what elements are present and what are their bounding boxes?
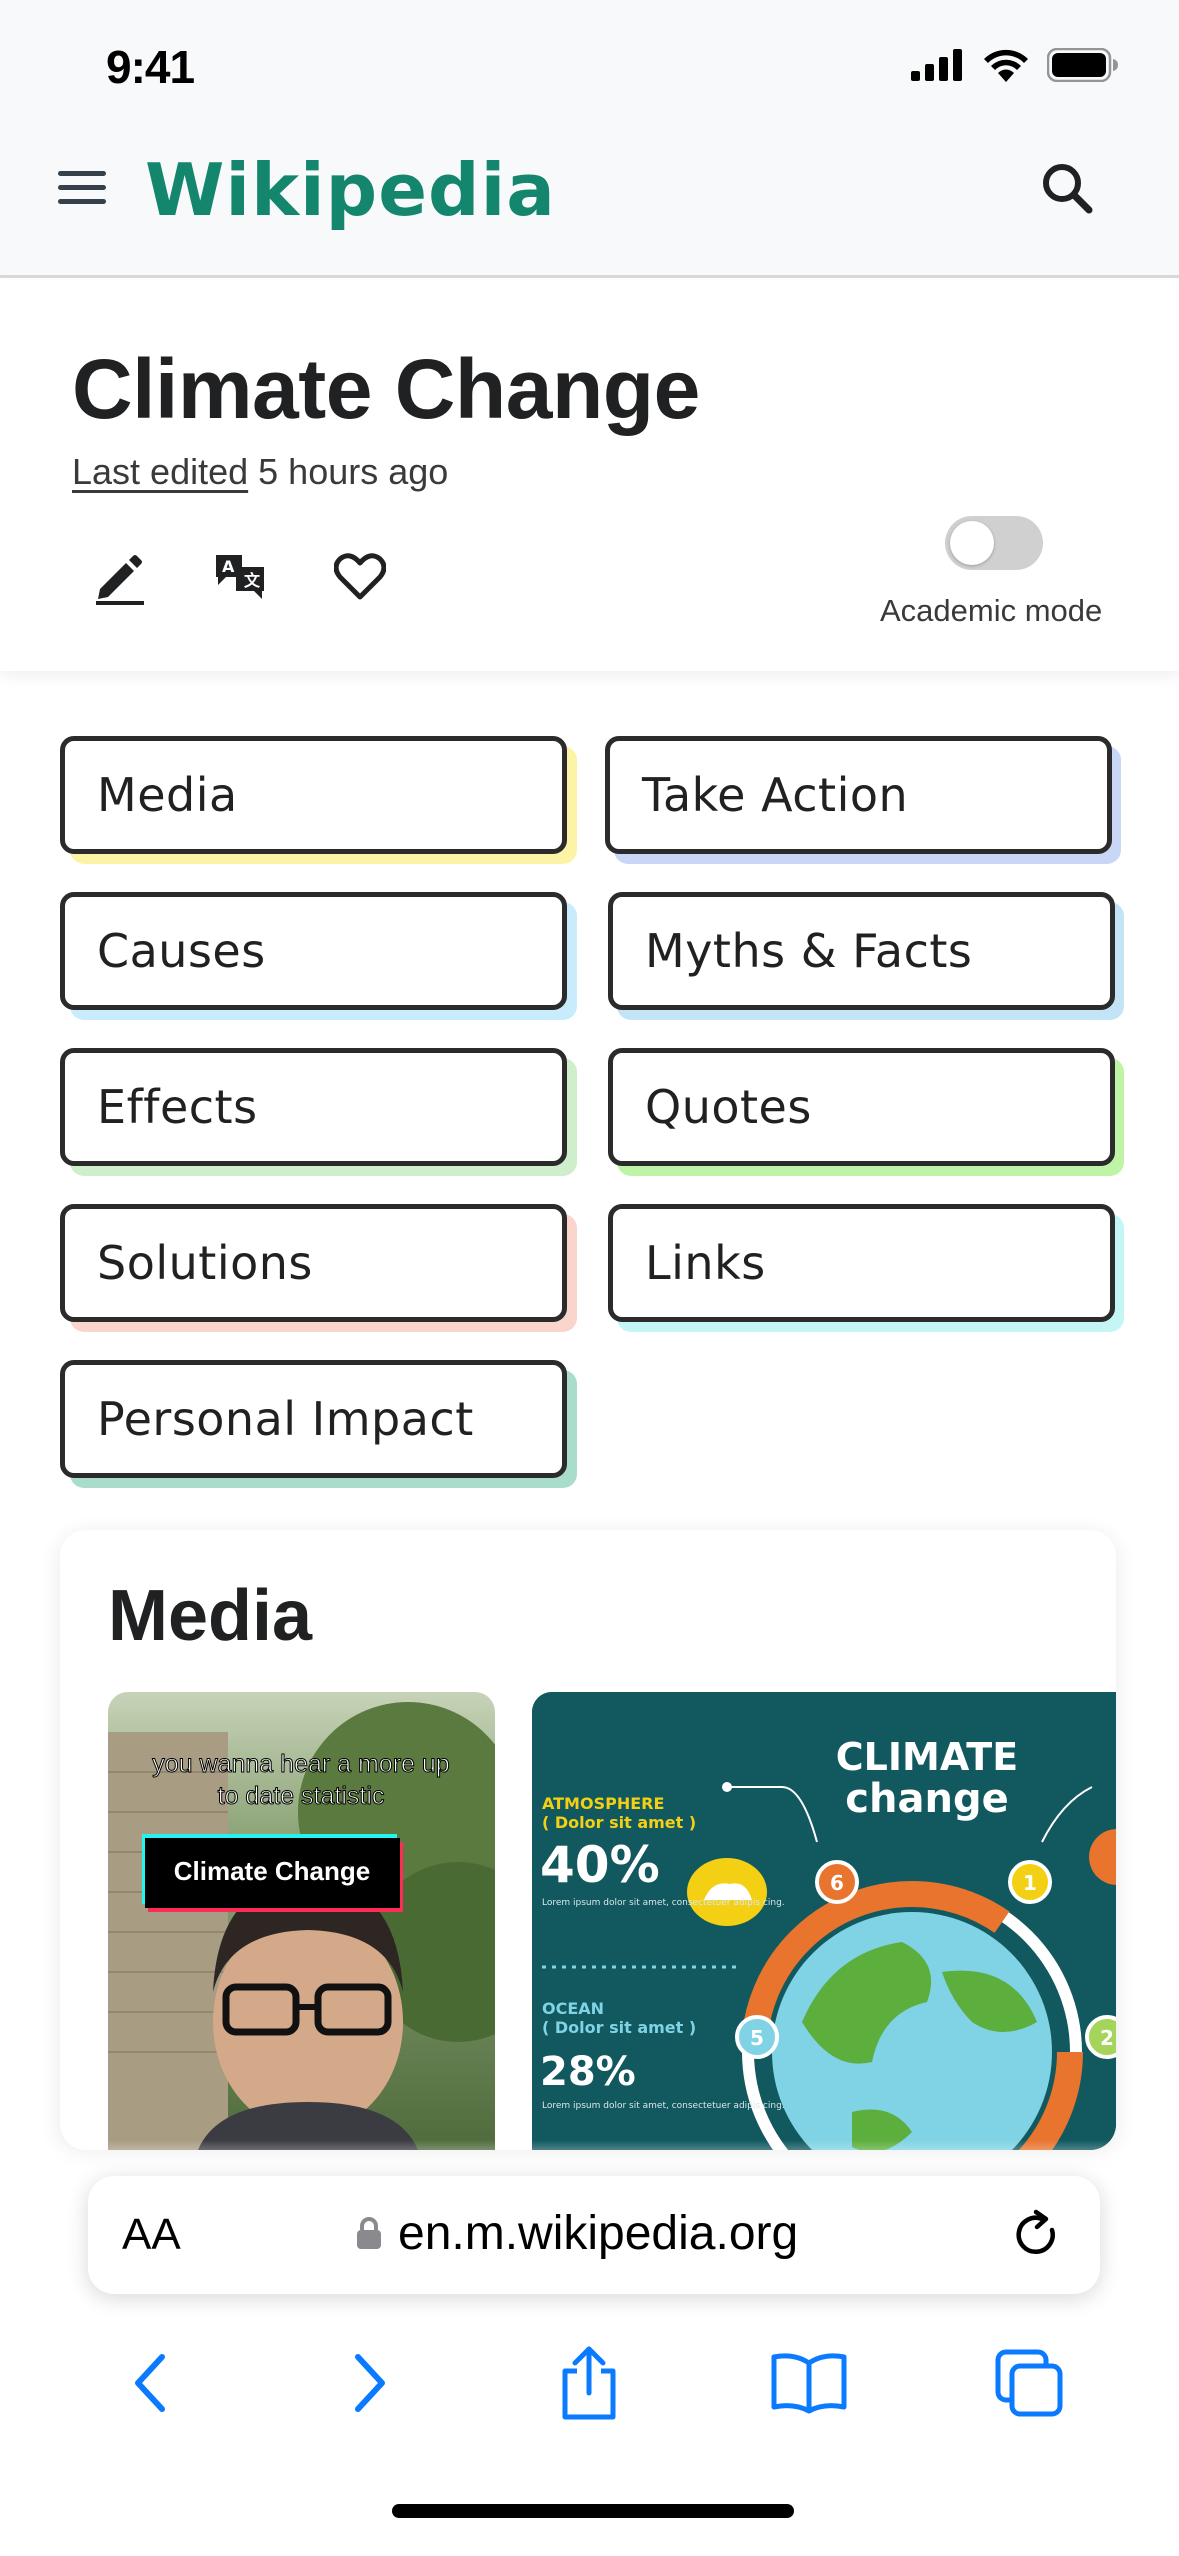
atmosphere-body-text: Lorem ipsum dolor sit amet, consectetuer… (542, 1898, 785, 1908)
category-media-button[interactable]: Media (60, 736, 567, 854)
last-edited-info: Last edited 5 hours ago (72, 451, 448, 493)
heart-icon (334, 553, 386, 600)
hamburger-menu-button[interactable] (58, 160, 112, 214)
video-caption-line-2: to date statistic (218, 1782, 385, 1810)
infographic-thumbnail[interactable]: CLIMATE change 6 1 5 2 ATMOSPHERE ( Dolo… (532, 1692, 1116, 2150)
video-thumbnail-image: Climate Change you wanna hear a more up … (108, 1702, 495, 2150)
academic-mode-toggle[interactable] (945, 516, 1043, 570)
category-effects-button[interactable]: Effects (60, 1048, 567, 1166)
infographic-marker-6: 6 (830, 1871, 844, 1895)
climate-infographic-image: CLIMATE change 6 1 5 2 ATMOSPHERE ( Dolo… (532, 1692, 1116, 2150)
category-take-action-button[interactable]: Take Action (605, 736, 1112, 854)
forward-button[interactable] (325, 2338, 415, 2428)
atmosphere-sub: ( Dolor sit amet ) (542, 1813, 696, 1832)
wikipedia-logo[interactable]: Wikipedia (145, 148, 556, 232)
infographic-marker-1: 1 (1023, 1871, 1037, 1895)
article-actions: A 文 (88, 545, 392, 609)
share-button[interactable] (544, 2338, 634, 2428)
tabs-button[interactable] (984, 2338, 1074, 2428)
menu-line-icon (58, 198, 106, 204)
category-solutions-button[interactable]: Solutions (60, 1204, 567, 1322)
status-bar: 9:41 (0, 0, 1179, 130)
infographic-title-1: CLIMATE (836, 1735, 1018, 1779)
infographic-marker-5: 5 (750, 2026, 764, 2050)
category-quotes-button[interactable]: Quotes (608, 1048, 1115, 1166)
ocean-label: OCEAN (542, 1999, 604, 2018)
language-button[interactable]: A 文 (208, 545, 272, 609)
last-edited-link[interactable]: Last edited (72, 451, 248, 492)
book-icon (771, 2353, 847, 2414)
bookmarks-button[interactable] (764, 2338, 854, 2428)
category-myths-facts-button[interactable]: Myths & Facts (608, 892, 1115, 1010)
ocean-sub: ( Dolor sit amet ) (542, 2018, 696, 2037)
search-icon (1043, 164, 1093, 214)
chevron-right-icon (354, 2354, 385, 2412)
infographic-title-2: change (845, 1776, 1008, 1822)
page-title: Climate Change (72, 342, 700, 436)
url-text: en.m.wikipedia.org (398, 2207, 799, 2260)
edit-button[interactable] (88, 545, 152, 609)
svg-text:A: A (222, 557, 235, 576)
ocean-value: 28% (540, 2049, 636, 2095)
atmosphere-value: 40% (540, 1836, 660, 1894)
reload-button[interactable] (1008, 2206, 1066, 2264)
address-bar[interactable]: AA en.m.wikipedia.org (88, 2176, 1100, 2294)
article-header-card: Climate Change Last edited 5 hours ago A… (0, 281, 1179, 671)
share-icon (562, 2346, 616, 2420)
tabs-icon (995, 2349, 1063, 2417)
search-button[interactable] (1037, 158, 1097, 218)
video-caption-line-1: you wanna hear a more up (152, 1750, 449, 1778)
reader-aa-button[interactable]: AA (122, 2210, 181, 2260)
reload-icon (1016, 2209, 1055, 2254)
infographic-marker-2: 2 (1100, 2026, 1114, 2050)
back-button[interactable] (105, 2338, 195, 2428)
video-thumbnail[interactable]: Climate Change you wanna hear a more up … (108, 1692, 495, 2150)
home-indicator (392, 2504, 794, 2518)
translate-icon: A 文 (216, 555, 264, 599)
video-tag-text: Climate Change (174, 1856, 371, 1886)
category-personal-impact-button[interactable]: Personal Impact (60, 1360, 567, 1478)
toggle-knob (950, 521, 994, 565)
pencil-icon (96, 555, 144, 605)
chevron-left-icon (134, 2354, 165, 2412)
lock-icon (357, 2217, 381, 2249)
media-heading: Media (108, 1576, 313, 1656)
battery-icon (1047, 48, 1118, 82)
last-edited-time: 5 hours ago (258, 451, 449, 492)
academic-mode-label: Academic mode (880, 593, 1103, 628)
status-time: 9:41 (106, 41, 195, 93)
media-section: Media Climate Change you wanna hear a mo… (60, 1530, 1116, 2150)
svg-text:文: 文 (244, 571, 261, 590)
menu-line-icon (58, 184, 106, 190)
cellular-signal-icon (911, 49, 962, 81)
wifi-icon (984, 49, 1028, 82)
watch-button[interactable] (328, 545, 392, 609)
category-links-button[interactable]: Links (608, 1204, 1115, 1322)
wiki-header: Wikipedia (0, 130, 1179, 278)
browser-toolbar (0, 2328, 1179, 2438)
status-icons (911, 48, 1119, 82)
ocean-body-text: Lorem ipsum dolor sit amet, consectetuer… (542, 2101, 785, 2111)
menu-line-icon (58, 170, 106, 176)
atmosphere-label: ATMOSPHERE (542, 1794, 664, 1813)
category-causes-button[interactable]: Causes (60, 892, 567, 1010)
